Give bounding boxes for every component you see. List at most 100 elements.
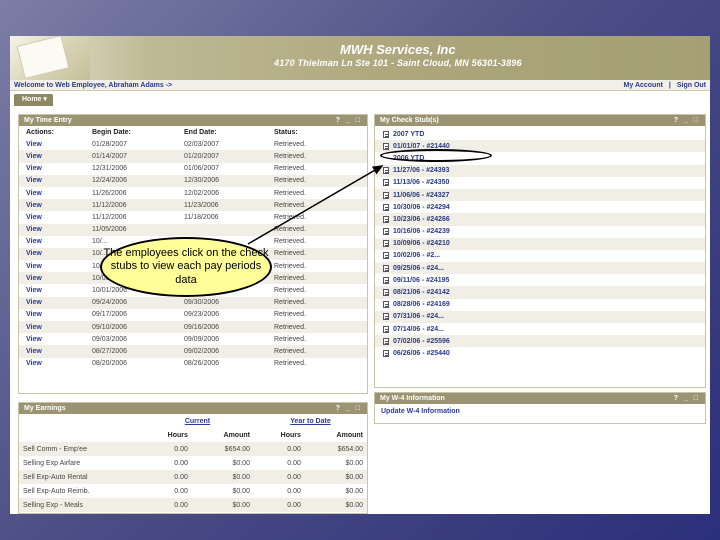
panel-controls[interactable]: ? _ □ <box>674 395 700 402</box>
view-link[interactable]: View <box>19 358 85 370</box>
check-stub-item[interactable]: 07/31/06 - #24... <box>375 310 705 323</box>
check-stub-item[interactable]: 11/13/06 - #24350 <box>375 177 705 189</box>
tab-bar: Home ▾ <box>14 94 53 106</box>
panel-controls[interactable]: ? _ □ <box>336 117 362 124</box>
table-row: Selling Exp Airfare 0.00 $0.00 0.00 $0.00 <box>19 456 367 470</box>
check-stub-label: 09/11/06 - #24195 <box>393 276 450 284</box>
view-link[interactable]: View <box>19 211 85 223</box>
ytd-hours: 0.00 <box>253 442 305 456</box>
current-amount: $654.00 <box>191 442 254 456</box>
view-link[interactable]: View <box>19 223 85 236</box>
check-stub-label: 07/02/06 - #25596 <box>393 337 450 345</box>
table-row: Selling Exp - Meals 0.00 $0.00 0.00 $0.00 <box>19 498 367 512</box>
view-link[interactable]: View <box>19 236 85 248</box>
current-amount: $0.00 <box>232 487 250 495</box>
begin-date: 11/05/2006 <box>85 223 177 236</box>
current-hours: 0.00 <box>174 459 188 467</box>
welcome-bar: Welcome to Web Employee, Abraham Adams -… <box>10 80 710 91</box>
table-row: View 11/26/2006 12/02/2006 Retrieved. <box>19 187 367 199</box>
check-stub-item[interactable]: 06/26/06 - #25440 <box>375 347 705 359</box>
update-w4-link[interactable]: Update W-4 Information <box>375 404 705 419</box>
document-icon <box>383 203 389 211</box>
earning-name: Sell Comm - Emp'ee <box>19 442 141 456</box>
begin-date: 09/17/2006 <box>92 311 128 319</box>
document-icon <box>383 142 389 150</box>
ytd-amount: $0.00 <box>304 470 367 484</box>
panel-controls[interactable]: ? _ □ <box>674 117 700 124</box>
view-link[interactable]: View <box>19 345 85 358</box>
panel-title: My W-4 Information <box>380 395 445 402</box>
view-link[interactable]: View <box>19 199 85 212</box>
check-stub-item[interactable]: 07/14/06 - #24... <box>375 323 705 335</box>
check-stub-item[interactable]: 2007 YTD <box>375 128 705 140</box>
view-link[interactable]: View <box>19 260 85 272</box>
col-header-hours: Hours <box>167 431 188 439</box>
view-link[interactable]: View <box>19 187 85 199</box>
begin-date: 01/14/2007 <box>85 150 177 163</box>
check-stub-item[interactable]: 09/11/06 - #24195 <box>375 274 705 286</box>
tab-home[interactable]: Home ▾ <box>14 94 53 106</box>
check-stub-item[interactable]: 07/02/06 - #25596 <box>375 335 705 348</box>
current-amount: $0.00 <box>232 459 250 467</box>
end-date: 11/18/2006 <box>184 213 219 221</box>
status: Retrieved. <box>267 272 367 285</box>
status: Retrieved. <box>267 247 367 261</box>
view-link[interactable]: View <box>19 333 85 345</box>
sign-out-link[interactable]: Sign Out <box>677 82 706 89</box>
check-stub-item[interactable]: 08/28/06 - #24169 <box>375 299 705 311</box>
callout-bubble: The employees click on the check stubs t… <box>100 237 272 297</box>
col-header-actions: Actions: <box>26 128 54 136</box>
status: Retrieved. <box>274 189 306 197</box>
view-link[interactable]: View <box>19 321 85 334</box>
document-icon <box>383 349 389 357</box>
check-stub-item[interactable]: 10/16/06 - #24239 <box>375 226 705 238</box>
begin-date: 09/24/2006 <box>85 296 177 309</box>
col-header-hours: Hours <box>280 431 301 439</box>
check-stub-item[interactable]: 11/27/06 - #24393 <box>375 164 705 177</box>
status: Retrieved. <box>267 174 367 187</box>
check-stub-item[interactable]: 10/09/06 - #24210 <box>375 237 705 250</box>
view-link[interactable]: View <box>19 247 85 261</box>
check-stub-item[interactable]: 10/30/06 - #24294 <box>375 201 705 213</box>
view-link[interactable]: View <box>19 163 85 175</box>
check-stub-item[interactable]: 09/25/06 - #24... <box>375 262 705 275</box>
document-icon <box>383 167 389 175</box>
current-hours: 0.00 <box>174 487 188 495</box>
ytd-header[interactable]: Year to Date <box>254 414 367 428</box>
document-icon <box>383 228 389 236</box>
begin-date: 09/10/2006 <box>85 321 177 334</box>
account-links: My Account | Sign Out <box>620 82 706 89</box>
ytd-hours: 0.00 <box>287 487 301 495</box>
table-row: View 11/12/2006 11/23/2006 Retrieved. <box>19 199 367 212</box>
view-link[interactable]: View <box>19 296 85 309</box>
check-stub-item[interactable]: 08/21/06 - #24142 <box>375 286 705 299</box>
table-row: View 12/24/2006 12/30/2006 Retrieved. <box>19 174 367 187</box>
table-row: View 01/14/2007 01/20/2007 Retrieved. <box>19 150 367 163</box>
check-stub-item[interactable]: 10/02/06 - #2... <box>375 250 705 262</box>
view-link[interactable]: View <box>19 309 85 321</box>
status: Retrieved. <box>274 360 306 368</box>
end-date: 01/20/2007 <box>177 150 267 163</box>
check-stub-item[interactable]: 11/06/06 - #24327 <box>375 188 705 202</box>
check-stub-label: 2007 YTD <box>393 130 425 138</box>
view-link[interactable]: View <box>19 174 85 187</box>
view-link[interactable]: View <box>19 284 85 296</box>
check-stub-item[interactable]: 10/23/06 - #24266 <box>375 213 705 226</box>
check-stubs-header: My Check Stub(s) ? _ □ <box>375 115 705 126</box>
view-link[interactable]: View <box>19 272 85 285</box>
table-row: View 09/24/2006 09/30/2006 Retrieved. <box>19 296 367 309</box>
status: Retrieved. <box>274 335 306 343</box>
earning-name: Selling Exp Airfare <box>23 459 81 467</box>
table-row: View 09/03/2006 09/09/2006 Retrieved. <box>19 333 367 345</box>
ytd-hours: 0.00 <box>287 459 301 467</box>
view-link[interactable]: View <box>19 150 85 163</box>
view-link[interactable]: View <box>19 138 85 150</box>
check-stub-label: 07/31/06 - #24... <box>393 313 444 321</box>
current-header[interactable]: Current <box>141 414 254 428</box>
panel-controls[interactable]: ? _ □ <box>336 405 362 412</box>
earnings-panel: My Earnings ? _ □ Current Year to Date H… <box>18 402 368 514</box>
ytd-amount: $0.00 <box>345 487 363 495</box>
end-date: 08/26/2006 <box>184 360 220 368</box>
my-account-link[interactable]: My Account <box>624 82 663 89</box>
earning-name: Sell Exp-Auto Rental <box>19 470 141 484</box>
